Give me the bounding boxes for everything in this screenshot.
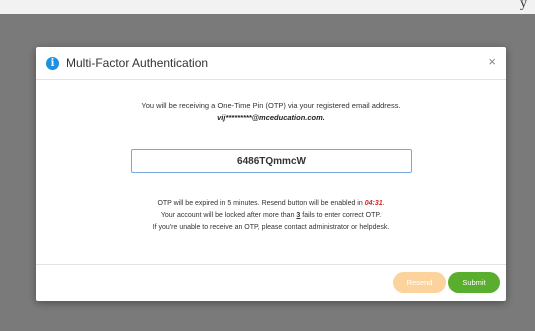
dialog-body: You will be receiving a One-Time Pin (OT… bbox=[36, 80, 506, 266]
dialog-title: Multi-Factor Authentication bbox=[66, 56, 209, 70]
otp-message: You will be receiving a One-Time Pin (OT… bbox=[141, 101, 401, 110]
resend-button[interactable]: Resend bbox=[393, 272, 446, 293]
expiry-text: OTP will be expired in 5 minutes. Resend… bbox=[157, 200, 365, 207]
expiry-suffix: . bbox=[382, 200, 385, 207]
top-strip: y bbox=[0, 0, 535, 14]
expiry-line: OTP will be expired in 5 minutes. Resend… bbox=[36, 198, 506, 210]
dialog-footer: Resend Submit bbox=[36, 264, 506, 301]
otp-input[interactable] bbox=[131, 149, 412, 173]
countdown-timer: 04:31 bbox=[364, 200, 383, 207]
masked-email: vij*********@mceducation.com. bbox=[217, 113, 325, 122]
lock-suffix: fails to enter correct OTP. bbox=[300, 212, 382, 219]
otp-info: OTP will be expired in 5 minutes. Resend… bbox=[36, 198, 506, 234]
dialog-header: i Multi-Factor Authentication × bbox=[36, 47, 506, 80]
mfa-dialog: i Multi-Factor Authentication × You will… bbox=[36, 47, 506, 301]
lock-line: Your account will be locked after more t… bbox=[36, 210, 506, 222]
close-button[interactable]: × bbox=[488, 55, 496, 69]
corner-text-fragment: y bbox=[520, 0, 527, 11]
info-icon: i bbox=[46, 56, 59, 70]
submit-button[interactable]: Submit bbox=[448, 272, 500, 293]
help-line: If you're unable to receive an OTP, plea… bbox=[152, 224, 390, 231]
lock-text: Your account will be locked after more t… bbox=[160, 212, 297, 219]
